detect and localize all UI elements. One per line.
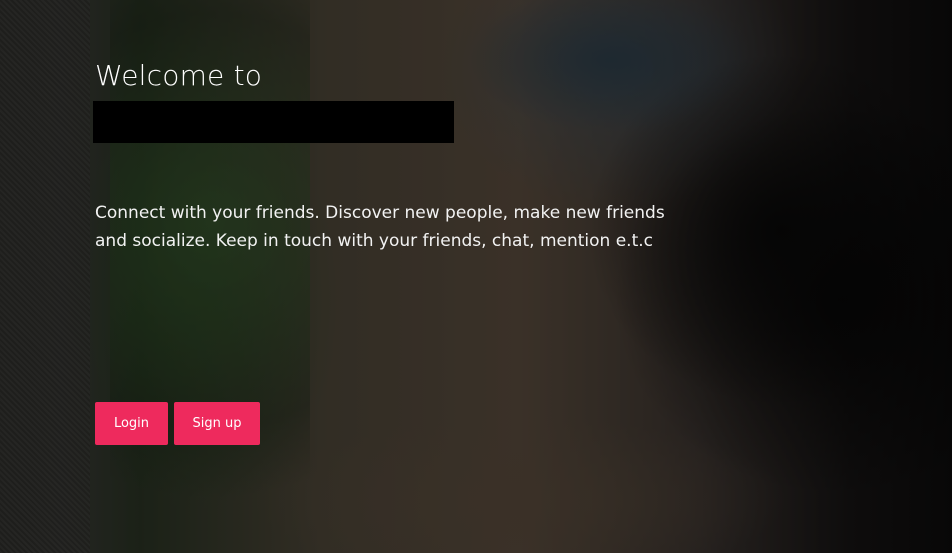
- hero-description: Connect with your friends. Discover new …: [95, 203, 665, 251]
- hero-section: Welcome to Connect with your friends. Di…: [0, 0, 952, 553]
- welcome-heading: Welcome to: [95, 59, 263, 92]
- hero-content: Welcome to Connect with your friends. Di…: [93, 56, 675, 445]
- login-button[interactable]: Login: [95, 402, 168, 445]
- redacted-site-name: [93, 101, 454, 143]
- signup-button[interactable]: Sign up: [174, 402, 260, 445]
- auth-actions: Login Sign up: [95, 402, 260, 445]
